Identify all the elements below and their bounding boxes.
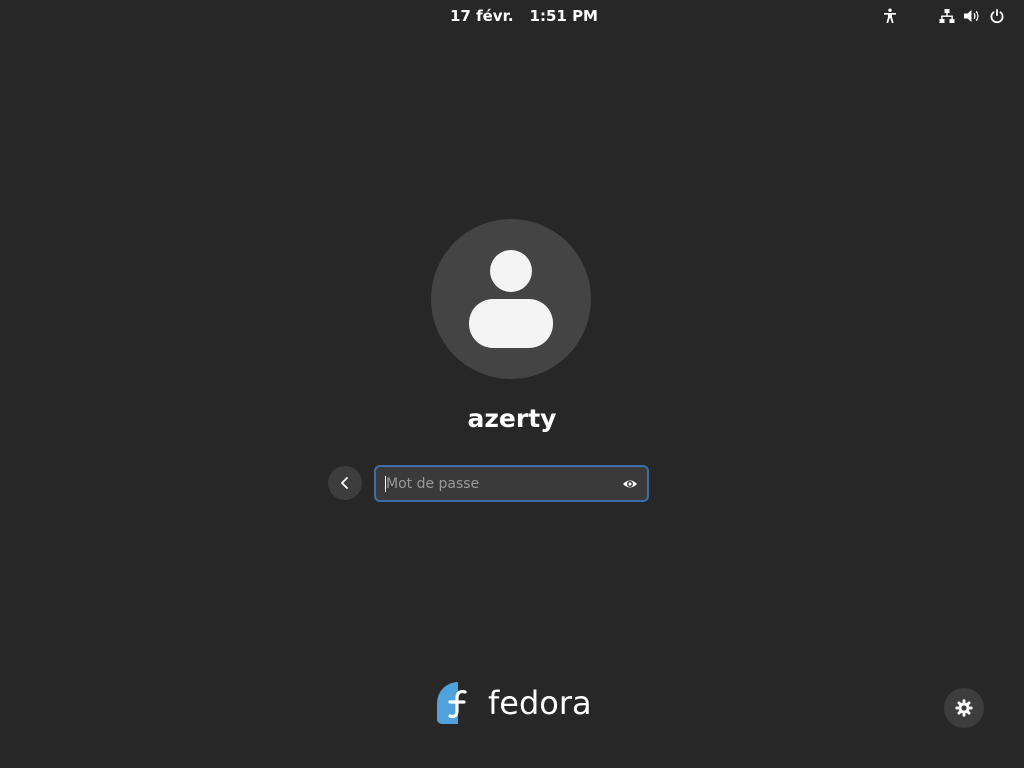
- reveal-password-button[interactable]: [619, 473, 641, 495]
- username-label: azerty: [467, 404, 557, 433]
- accessibility-menu-button[interactable]: [878, 4, 902, 28]
- eye-icon: [622, 476, 638, 492]
- network-wired-icon: [939, 8, 955, 24]
- back-button[interactable]: [328, 466, 362, 500]
- accessibility-icon: [882, 8, 898, 24]
- password-input[interactable]: [376, 467, 616, 500]
- user-avatar-icon: [469, 250, 553, 348]
- user-avatar: [431, 219, 591, 379]
- gear-icon: [955, 699, 973, 717]
- session-settings-button[interactable]: [944, 688, 984, 728]
- clock-button[interactable]: 17 févr. 1:51 PM: [440, 4, 608, 28]
- power-icon: [989, 8, 1005, 24]
- password-field[interactable]: [374, 465, 649, 502]
- time-label: 1:51 PM: [529, 7, 598, 25]
- text-caret: [385, 476, 386, 492]
- fedora-wordmark: fedora: [488, 684, 592, 722]
- date-label: 17 févr.: [450, 7, 514, 25]
- system-menu-button[interactable]: [930, 4, 1014, 28]
- chevron-left-icon: [338, 476, 352, 490]
- fedora-logo: fedora: [436, 680, 592, 726]
- top-bar: 17 févr. 1:51 PM: [0, 0, 1024, 32]
- volume-icon: [963, 8, 981, 24]
- fedora-infinity-icon: [436, 681, 480, 725]
